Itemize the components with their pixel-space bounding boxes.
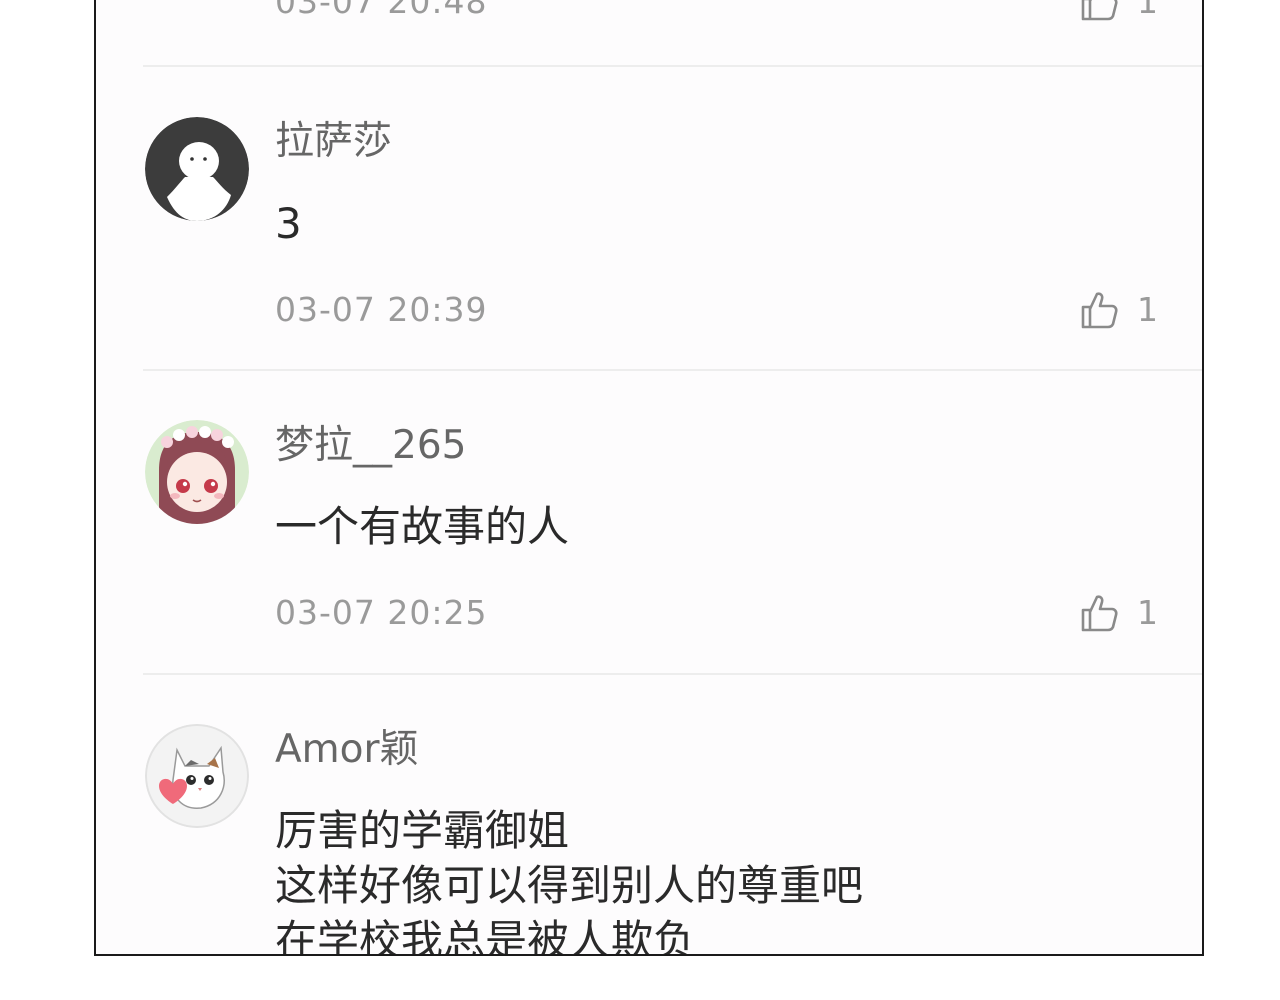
- thumbs-up-icon: [1079, 290, 1119, 330]
- divider: [143, 369, 1202, 371]
- like-count: 1: [1137, 593, 1158, 632]
- thumbs-up-icon: [1079, 0, 1119, 22]
- like-button[interactable]: 1: [1079, 591, 1158, 635]
- thumbs-up-icon: [1079, 593, 1119, 633]
- like-button[interactable]: 1: [1079, 0, 1158, 24]
- comment-content-line: 3: [275, 199, 302, 248]
- comment-username[interactable]: 拉萨莎: [275, 118, 392, 166]
- user-avatar[interactable]: [145, 117, 249, 221]
- like-button[interactable]: 1: [1079, 288, 1158, 332]
- comment-content-line: 一个有故事的人: [275, 502, 570, 551]
- divider: [143, 673, 1202, 675]
- comment-content-line: 这样好像可以得到别人的尊重吧: [275, 861, 864, 910]
- comment-content: 厉害的学霸御姐 这样好像可以得到别人的尊重吧 在学校我总是被人欺负: [275, 803, 864, 956]
- comment-username[interactable]: 梦拉__265: [275, 422, 466, 470]
- comment-content-line: 厉害的学霸御姐: [275, 806, 570, 855]
- divider: [143, 65, 1202, 67]
- comment-time: 03-07 20:39: [275, 290, 488, 329]
- user-avatar[interactable]: [145, 420, 249, 524]
- comment-time: 03-07 20:25: [275, 593, 488, 632]
- comment-username[interactable]: Amor颖: [275, 726, 419, 774]
- comment-content-line: 在学校我总是被人欺负: [275, 916, 696, 956]
- comment-content: 一个有故事的人: [275, 499, 569, 554]
- like-count: 1: [1137, 290, 1158, 329]
- comment-time: 03-07 20:48: [275, 0, 488, 21]
- user-avatar[interactable]: [145, 724, 249, 828]
- comment-list: 03-07 20:48 1 拉萨莎 3 03-07 20:39 1 梦拉__26…: [94, 0, 1204, 956]
- like-count: 1: [1137, 0, 1158, 21]
- comment-content: 3: [275, 196, 302, 251]
